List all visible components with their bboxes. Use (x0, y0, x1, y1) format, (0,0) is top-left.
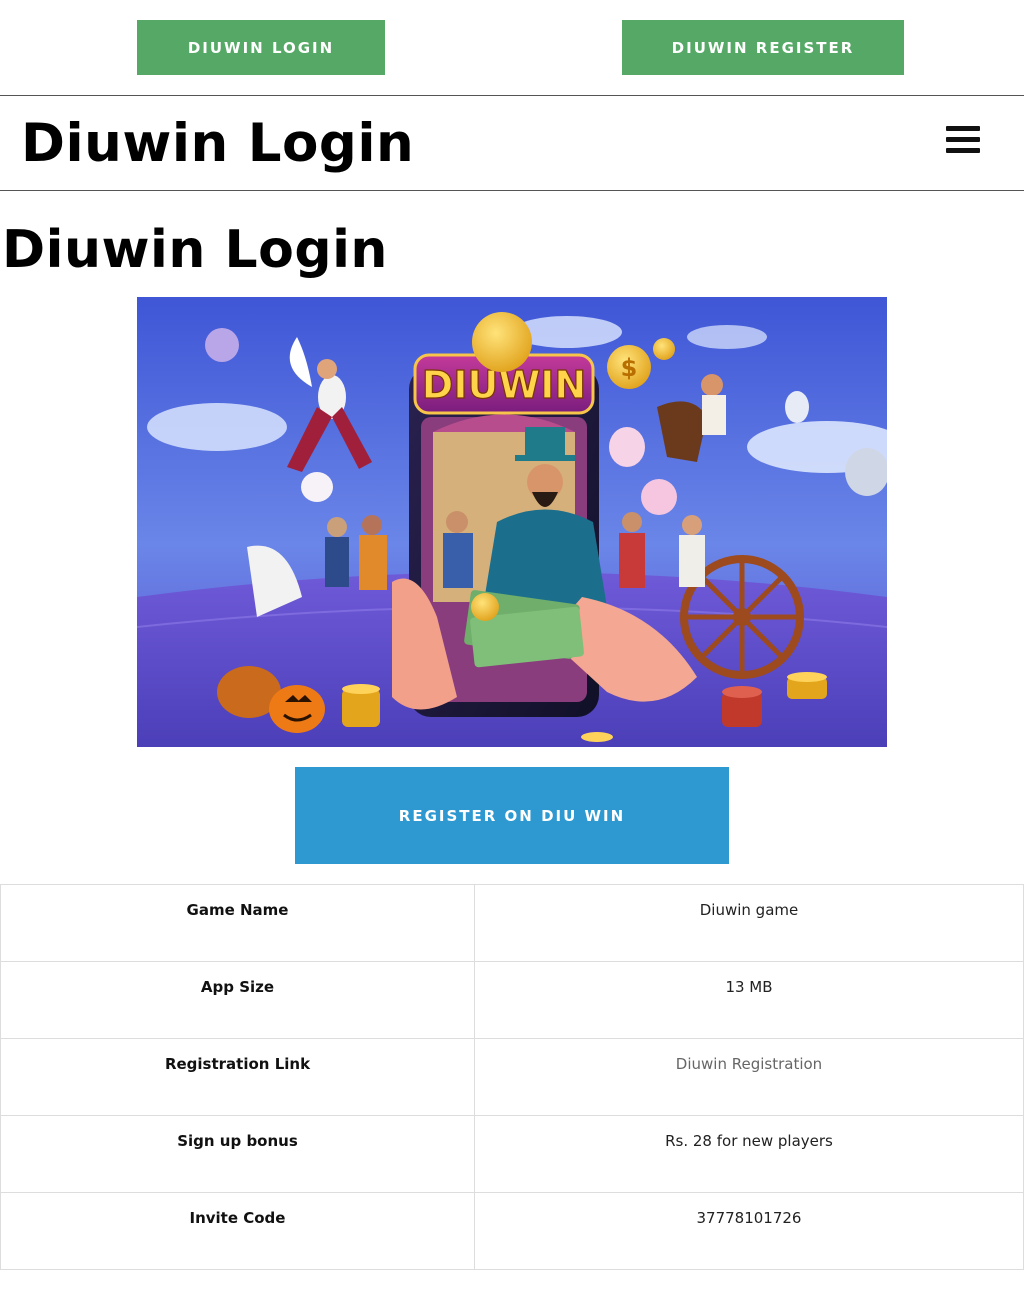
app-size-label: App Size (0, 961, 475, 1039)
hamburger-menu-icon[interactable] (946, 126, 980, 154)
signup-bonus-label: Sign up bonus (0, 1115, 475, 1193)
game-name-label: Game Name (0, 884, 475, 962)
signup-bonus-value: Rs. 28 for new players (474, 1115, 1024, 1193)
invite-code-value: 37778101726 (474, 1192, 1024, 1270)
diuwin-register-button[interactable]: DIUWIN REGISTER (622, 20, 904, 75)
registration-link[interactable]: Diuwin Registration (474, 1038, 1024, 1116)
top-bar: DIUWIN LOGIN DIUWIN REGISTER (0, 0, 1024, 95)
menu-bar (946, 137, 980, 142)
table-row: Game Name Diuwin game (0, 884, 1024, 962)
diuwin-login-button[interactable]: DIUWIN LOGIN (137, 20, 385, 75)
menu-bar (946, 126, 980, 131)
registration-link-label: Registration Link (0, 1038, 475, 1116)
app-size-value: 13 MB (474, 961, 1024, 1039)
table-row: App Size 13 MB (0, 961, 1024, 1039)
invite-code-label: Invite Code (0, 1192, 475, 1270)
table-row: Invite Code 37778101726 (0, 1192, 1024, 1270)
site-header: Diuwin Login (0, 95, 1024, 191)
game-name-value: Diuwin game (474, 884, 1024, 962)
site-title[interactable]: Diuwin Login (21, 112, 414, 176)
table-row: Registration Link Diuwin Registration (0, 1038, 1024, 1116)
menu-bar (946, 148, 980, 153)
page-title: Diuwin Login (2, 220, 388, 280)
svg-text:$: $ (621, 354, 638, 382)
hero-image: DIUWIN $ (137, 297, 887, 747)
register-on-diuwin-button[interactable]: REGISTER ON DIU WIN (295, 767, 729, 864)
game-info-table: Game Name Diuwin game App Size 13 MB Reg… (0, 884, 1024, 1270)
table-row: Sign up bonus Rs. 28 for new players (0, 1115, 1024, 1193)
